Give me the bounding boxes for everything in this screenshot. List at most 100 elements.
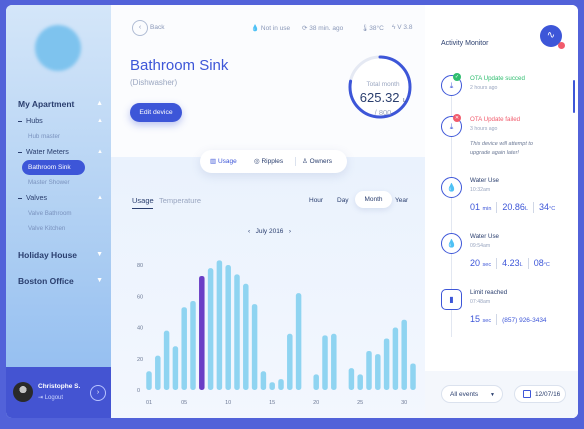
chart-bar[interactable] — [366, 350, 372, 390]
volume-unit: L — [524, 206, 528, 212]
chart-bar[interactable] — [401, 319, 407, 390]
sidebar-item-label: Boston Office — [18, 276, 74, 286]
duration-value: 15 — [470, 314, 481, 324]
toggle-usage[interactable]: Usage — [132, 196, 154, 205]
sidebar-item-boston-office[interactable]: Boston Office ▼ — [6, 272, 111, 290]
month-navigator: ‹ July 2016 › — [248, 228, 291, 235]
sidebar-item-my-apartment[interactable]: My Apartment ▲ — [6, 95, 111, 113]
divider — [533, 202, 534, 214]
volume-value: 4.23 — [502, 258, 520, 268]
activity-item-data: 20 sec 4.23L 08°C — [470, 258, 550, 270]
period-hour[interactable]: Hour — [309, 197, 323, 204]
activity-item-title: Water Use — [470, 177, 499, 184]
period-year[interactable]: Year — [395, 197, 408, 204]
prev-month-button[interactable]: ‹ — [248, 228, 250, 235]
chart-bar[interactable] — [190, 300, 196, 390]
sidebar-item-hubs[interactable]: Hubs ▲ — [6, 113, 111, 129]
chart-bar[interactable] — [251, 304, 258, 390]
tab-ripples[interactable]: ◎ Ripples — [254, 150, 283, 173]
chart-bar[interactable] — [295, 293, 302, 390]
page-title: Bathroom Sink — [130, 57, 229, 74]
activity-scrollbar[interactable] — [573, 80, 575, 113]
back-label[interactable]: Back — [150, 24, 164, 31]
chart-bar[interactable] — [313, 374, 319, 390]
activity-item-time: 09:54am — [470, 243, 491, 249]
chart-bar[interactable] — [216, 260, 223, 390]
activity-panel: Activity Monitor ∿ ⤓ ✓ OTA Update succed… — [425, 5, 578, 418]
status-text: Not in use — [260, 25, 291, 32]
chart-bar[interactable] — [410, 363, 416, 390]
activity-item-title: OTA Update succed — [470, 75, 525, 82]
sidebar-item-holiday-house[interactable]: Holiday House ▼ — [6, 246, 111, 264]
period-month[interactable]: Month — [355, 191, 392, 208]
chart-bar[interactable] — [243, 283, 249, 390]
chart-bar[interactable] — [146, 371, 152, 390]
status-indicator: 💧 Not in use — [251, 24, 290, 32]
sidebar: My Apartment ▲ Hubs ▲ Hub master Water M… — [6, 5, 111, 418]
chart-bar[interactable] — [199, 275, 205, 390]
calendar-icon — [523, 390, 531, 398]
next-month-button[interactable]: › — [289, 228, 291, 235]
x-tick-label: 20 — [313, 400, 319, 406]
sidebar-item-hub-master[interactable]: Hub master — [6, 129, 111, 144]
chart-bar[interactable] — [207, 268, 214, 390]
x-tick-label: 01 — [146, 400, 152, 406]
gauge-value: 625.32 L — [350, 90, 416, 105]
toggle-temperature[interactable]: Temperature — [159, 196, 201, 205]
activity-item-time: 3 hours ago — [470, 126, 498, 132]
usage-chart: 0 20 40 60 80 01 05 10 15 20 25 30 — [137, 260, 416, 406]
chart-bar[interactable] — [383, 338, 390, 390]
back-button[interactable]: ‹ — [132, 20, 148, 36]
sync-text: 38 min. ago — [309, 25, 344, 32]
contact-number[interactable]: (857) 926-3434 — [502, 317, 546, 324]
drop-icon: 💧 — [251, 25, 260, 32]
event-filter-select[interactable]: All events ▼ — [441, 385, 503, 403]
temperature-text: 38°C — [369, 25, 384, 32]
activity-item-time: 2 hours ago — [470, 85, 498, 91]
chart-bar[interactable] — [225, 265, 231, 390]
chart-bar[interactable] — [155, 355, 161, 390]
sync-indicator: ⟳ 38 min. ago — [302, 24, 343, 32]
gauge-number: 625.32 — [359, 90, 400, 105]
user-menu-button[interactable]: › — [90, 385, 106, 401]
sidebar-item-valve-kitchen[interactable]: Valve Kitchen — [6, 221, 111, 236]
x-tick-label: 10 — [225, 400, 231, 406]
chart-bar[interactable] — [269, 382, 275, 390]
chart-bar[interactable] — [172, 346, 179, 390]
chart-bar[interactable] — [234, 274, 240, 390]
logout-icon: ⇥ — [38, 395, 45, 401]
sidebar-item-master-shower[interactable]: Master Shower — [6, 175, 111, 190]
sidebar-item-water-meters[interactable]: Water Meters ▲ — [6, 144, 111, 160]
chart-bar[interactable] — [181, 307, 187, 390]
sidebar-item-label: My Apartment — [18, 99, 75, 109]
chart-bar[interactable] — [163, 330, 170, 390]
chart-bar[interactable] — [375, 354, 381, 390]
logo — [35, 25, 81, 71]
user-name: Christophe S. — [38, 383, 81, 390]
gauge-label: Total month — [366, 81, 400, 88]
bolt-icon: ϟ — [392, 24, 396, 31]
sidebar-item-valves[interactable]: Valves ▲ — [6, 190, 111, 206]
edit-device-button[interactable]: Edit device — [130, 103, 182, 122]
ripple-icon: ◎ — [254, 158, 260, 165]
tab-label: Usage — [217, 158, 237, 165]
date-picker[interactable]: 12/07/16 — [514, 385, 566, 403]
dash-icon — [18, 120, 22, 122]
period-day[interactable]: Day — [337, 197, 349, 204]
chart-bar[interactable] — [278, 379, 284, 390]
sidebar-item-valve-bathroom[interactable]: Valve Bathroom — [6, 206, 111, 221]
chart-bar[interactable] — [287, 333, 293, 390]
chart-bar[interactable] — [322, 335, 328, 390]
chart-bar[interactable] — [331, 333, 337, 390]
sidebar-item-bathroom-sink[interactable]: Bathroom Sink — [22, 160, 85, 175]
tab-usage[interactable]: ▥ Usage — [210, 150, 237, 173]
logout-link[interactable]: ⇥ Logout — [38, 394, 63, 401]
chart-bar[interactable] — [357, 374, 363, 390]
temperature-value: 34 — [539, 202, 550, 212]
chart-bar[interactable] — [392, 327, 399, 391]
tab-owners[interactable]: ♙ Owners — [302, 150, 332, 173]
chart-bar[interactable] — [260, 371, 267, 390]
chart-bar[interactable] — [348, 368, 355, 390]
divider — [496, 202, 498, 214]
avatar[interactable] — [13, 382, 33, 402]
